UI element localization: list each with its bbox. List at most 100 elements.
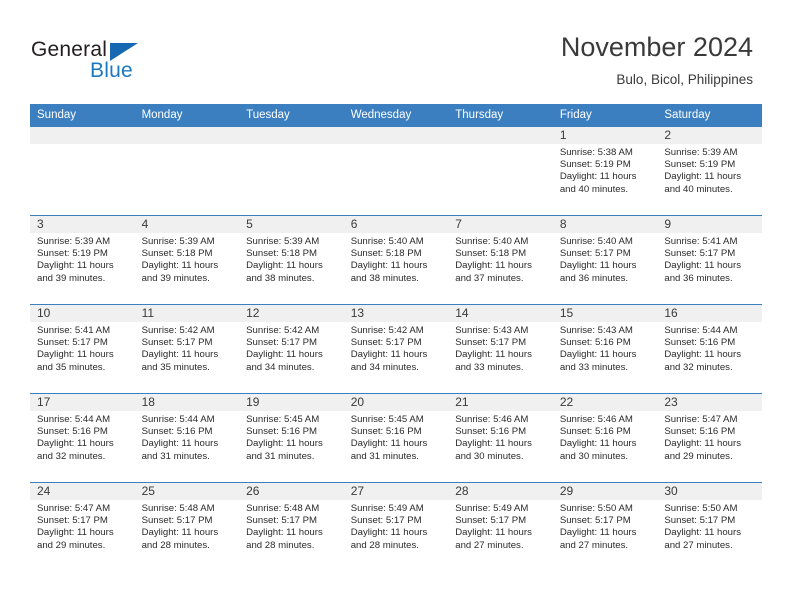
day-details: Sunrise: 5:38 AM Sunset: 5:19 PM Daylight:… — [553, 144, 658, 196]
calendar-day-cell[interactable]: 8 Sunrise: 5:40 AM Sunset: 5:17 PM Daylight… — [552, 215, 658, 305]
calendar-day-cell[interactable]: 1 Sunrise: 5:38 AM Sunset: 5:19 PM Daylight… — [552, 126, 658, 216]
calendar-day-cell[interactable]: 19 Sunrise: 5:45 AM Sunset: 5:16 PM Dayligh… — [239, 393, 344, 483]
day-number: 18 — [134, 394, 240, 411]
day-number: 3 — [30, 216, 135, 233]
calendar-day-cell[interactable]: 7 Sunrise: 5:40 AM Sunset: 5:18 PM Daylight… — [448, 215, 553, 305]
day-number: 27 — [343, 483, 449, 500]
calendar-day-cell[interactable]: 4 Sunrise: 5:39 AM Sunset: 5:18 PM Daylight… — [134, 215, 240, 305]
day-number — [343, 127, 449, 144]
calendar-day-cell[interactable]: 22 Sunrise: 5:46 AM Sunset: 5:16 PM Dayligh… — [552, 393, 658, 483]
daylight-text-line2: and 28 minutes. — [141, 539, 210, 551]
daylight-text-line2: and 31 minutes. — [350, 450, 419, 462]
sunrise-text: Sunrise: 5:42 AM — [141, 325, 215, 336]
sunset-text: Sunset: 5:17 PM — [455, 337, 527, 349]
day-number: 1 — [552, 127, 658, 144]
calendar-day-cell[interactable]: 25 Sunrise: 5:48 AM Sunset: 5:17 PM Dayligh… — [134, 482, 240, 571]
daylight-text-line1: Daylight: 11 hours — [455, 438, 532, 450]
weekday-header-friday: Friday — [552, 104, 658, 127]
sunrise-text: Sunrise: 5:40 AM — [455, 236, 529, 247]
daylight-text-line1: Daylight: 11 hours — [246, 438, 323, 450]
calendar-day-cell[interactable]: 11 Sunrise: 5:42 AM Sunset: 5:17 PM Dayligh… — [134, 304, 240, 394]
calendar-day-cell[interactable]: 6 Sunrise: 5:40 AM Sunset: 5:18 PM Daylight… — [343, 215, 449, 305]
sunset-text: Sunset: 5:18 PM — [455, 248, 527, 260]
sunrise-text: Sunrise: 5:48 AM — [141, 503, 215, 514]
day-details: Sunrise: 5:39 AM Sunset: 5:18 PM Daylight:… — [239, 233, 344, 285]
calendar-day-cell[interactable]: 15 Sunrise: 5:43 AM Sunset: 5:16 PM Dayligh… — [552, 304, 658, 394]
daylight-text-line2: and 34 minutes. — [246, 361, 315, 373]
day-details: Sunrise: 5:39 AM Sunset: 5:18 PM Daylight:… — [135, 233, 240, 285]
daylight-text-line1: Daylight: 11 hours — [141, 438, 219, 450]
daylight-text-line2: and 39 minutes. — [141, 272, 210, 284]
calendar-day-cell[interactable]: 3 Sunrise: 5:39 AM Sunset: 5:19 PM Daylight… — [30, 215, 135, 305]
sunrise-text: Sunrise: 5:39 AM — [37, 236, 111, 247]
sunrise-text: Sunrise: 5:41 AM — [37, 325, 111, 336]
day-details: Sunrise: 5:49 AM Sunset: 5:17 PM Daylight:… — [344, 500, 449, 552]
logo-word-blue: Blue — [90, 59, 133, 82]
day-number: 30 — [657, 483, 762, 500]
daylight-text-line2: and 28 minutes. — [350, 539, 419, 551]
day-number: 2 — [657, 127, 762, 144]
sunset-text: Sunset: 5:18 PM — [141, 248, 213, 260]
day-number — [448, 127, 553, 144]
daylight-text-line1: Daylight: 11 hours — [559, 349, 637, 361]
day-details: Sunrise: 5:44 AM Sunset: 5:16 PM Daylight:… — [657, 322, 762, 374]
day-details: Sunrise: 5:40 AM Sunset: 5:18 PM Daylight:… — [344, 233, 449, 285]
day-number: 24 — [30, 483, 135, 500]
calendar-day-cell[interactable]: 23 Sunrise: 5:47 AM Sunset: 5:16 PM Dayligh… — [657, 393, 762, 483]
daylight-text-line2: and 28 minutes. — [246, 539, 315, 551]
daylight-text-line2: and 30 minutes. — [559, 450, 629, 462]
sunset-text: Sunset: 5:17 PM — [559, 515, 631, 527]
sunrise-text: Sunrise: 5:42 AM — [350, 325, 424, 336]
calendar-day-cell[interactable]: 14 Sunrise: 5:43 AM Sunset: 5:17 PM Dayligh… — [448, 304, 553, 394]
sunrise-text: Sunrise: 5:47 AM — [37, 503, 111, 514]
daylight-text-line1: Daylight: 11 hours — [664, 260, 741, 272]
day-number: 26 — [239, 483, 344, 500]
calendar-day-cell[interactable]: 29 Sunrise: 5:50 AM Sunset: 5:17 PM Dayligh… — [552, 482, 658, 571]
day-details: Sunrise: 5:49 AM Sunset: 5:17 PM Daylight:… — [448, 500, 553, 552]
calendar-day-cell[interactable]: 21 Sunrise: 5:46 AM Sunset: 5:16 PM Dayligh… — [448, 393, 553, 483]
calendar-day-cell[interactable]: 9 Sunrise: 5:41 AM Sunset: 5:17 PM Daylight… — [657, 215, 762, 305]
daylight-text-line1: Daylight: 11 hours — [37, 527, 114, 539]
sunset-text: Sunset: 5:17 PM — [664, 248, 736, 260]
day-details: Sunrise: 5:44 AM Sunset: 5:16 PM Daylight:… — [135, 411, 240, 463]
location-subtitle: Bulo, Bicol, Philippines — [616, 72, 753, 87]
sunrise-text: Sunrise: 5:44 AM — [664, 325, 738, 336]
sunrise-text: Sunrise: 5:45 AM — [246, 414, 320, 425]
calendar-day-cell[interactable]: 13 Sunrise: 5:42 AM Sunset: 5:17 PM Dayligh… — [343, 304, 449, 394]
calendar-day-cell[interactable]: 12 Sunrise: 5:42 AM Sunset: 5:17 PM Dayligh… — [239, 304, 344, 394]
calendar-day-cell[interactable]: 10 Sunrise: 5:41 AM Sunset: 5:17 PM Dayligh… — [30, 304, 135, 394]
sunrise-text: Sunrise: 5:40 AM — [350, 236, 424, 247]
sunrise-text: Sunrise: 5:44 AM — [37, 414, 111, 425]
calendar-day-cell[interactable]: 5 Sunrise: 5:39 AM Sunset: 5:18 PM Daylight… — [239, 215, 344, 305]
calendar-day-cell[interactable]: 28 Sunrise: 5:49 AM Sunset: 5:17 PM Dayligh… — [448, 482, 553, 571]
calendar-day-cell[interactable]: 27 Sunrise: 5:49 AM Sunset: 5:17 PM Dayligh… — [343, 482, 449, 571]
calendar-day-cell-empty — [30, 126, 135, 216]
day-number — [239, 127, 344, 144]
daylight-text-line1: Daylight: 11 hours — [559, 527, 637, 539]
sunrise-text: Sunrise: 5:43 AM — [455, 325, 529, 336]
sunset-text: Sunset: 5:18 PM — [246, 248, 318, 260]
sunrise-text: Sunrise: 5:45 AM — [350, 414, 424, 425]
sunrise-text: Sunrise: 5:39 AM — [246, 236, 320, 247]
calendar-day-cell[interactable]: 24 Sunrise: 5:47 AM Sunset: 5:17 PM Dayligh… — [30, 482, 135, 571]
sunset-text: Sunset: 5:16 PM — [141, 426, 213, 438]
general-blue-logo[interactable]: General Blue — [31, 38, 171, 88]
day-number: 12 — [239, 305, 344, 322]
calendar-week-row: 17 Sunrise: 5:44 AM Sunset: 5:16 PM Dayligh… — [30, 393, 762, 483]
calendar-day-cell[interactable]: 2 Sunrise: 5:39 AM Sunset: 5:19 PM Daylight… — [657, 126, 762, 216]
calendar-day-cell[interactable]: 16 Sunrise: 5:44 AM Sunset: 5:16 PM Dayligh… — [657, 304, 762, 394]
calendar-day-cell[interactable]: 20 Sunrise: 5:45 AM Sunset: 5:16 PM Dayligh… — [343, 393, 449, 483]
weekday-header-sunday: Sunday — [30, 104, 135, 127]
day-details: Sunrise: 5:45 AM Sunset: 5:16 PM Daylight:… — [239, 411, 344, 463]
day-number: 25 — [134, 483, 240, 500]
sunset-text: Sunset: 5:16 PM — [37, 426, 108, 438]
day-number: 8 — [552, 216, 658, 233]
daylight-text-line1: Daylight: 11 hours — [455, 349, 532, 361]
weekday-header-row: Sunday Monday Tuesday Wednesday Thursday… — [30, 104, 762, 127]
calendar-day-cell[interactable]: 26 Sunrise: 5:48 AM Sunset: 5:17 PM Dayligh… — [239, 482, 344, 571]
weekday-header-saturday: Saturday — [657, 104, 762, 127]
calendar-day-cell[interactable]: 18 Sunrise: 5:44 AM Sunset: 5:16 PM Dayligh… — [134, 393, 240, 483]
calendar-day-cell[interactable]: 30 Sunrise: 5:50 AM Sunset: 5:17 PM Dayligh… — [657, 482, 762, 571]
calendar-day-cell[interactable]: 17 Sunrise: 5:44 AM Sunset: 5:16 PM Dayligh… — [30, 393, 135, 483]
day-number: 11 — [134, 305, 240, 322]
